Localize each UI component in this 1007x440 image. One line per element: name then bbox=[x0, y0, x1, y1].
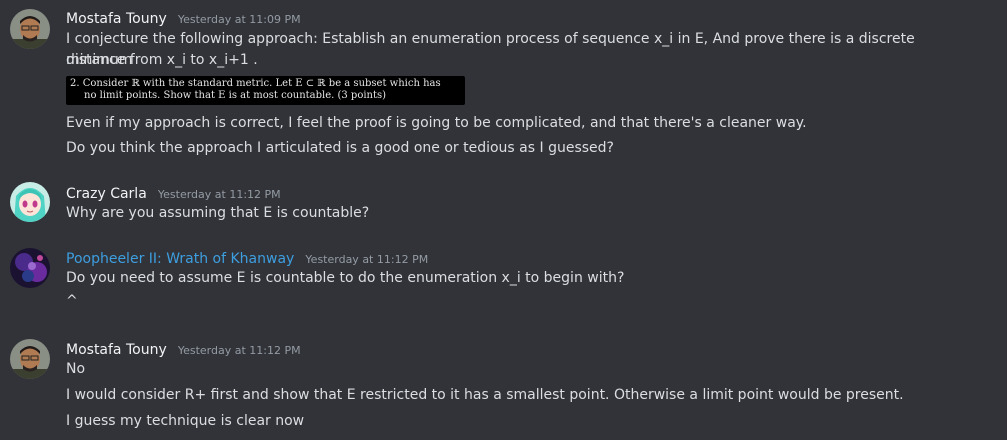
message-header: Poopheeler II: Wrath of Khanway Yesterda… bbox=[66, 248, 428, 267]
message-text: No bbox=[66, 361, 86, 377]
avatar[interactable] bbox=[10, 339, 50, 379]
message-text: I would consider R+ first and show that … bbox=[66, 387, 904, 403]
message-text: distance from x_i to x_i+1 . bbox=[66, 52, 258, 68]
timestamp: Yesterday at 11:12 PM bbox=[177, 344, 301, 357]
message-header: Crazy Carla Yesterday at 11:12 PM bbox=[66, 183, 281, 202]
timestamp: Yesterday at 11:12 PM bbox=[157, 188, 281, 201]
message-text: I guess my technique is clear now bbox=[66, 413, 305, 429]
message-header: Mostafa Touny Yesterday at 11:09 PM bbox=[66, 8, 301, 27]
message-group: Poopheeler II: Wrath of Khanway Yesterda… bbox=[0, 234, 1007, 334]
timestamp: Yesterday at 11:09 PM bbox=[177, 13, 301, 26]
message-text: Why are you assuming that E is countable… bbox=[66, 205, 370, 221]
message-text: ^ bbox=[66, 293, 78, 309]
message-text: Even if my approach is correct, I feel t… bbox=[66, 115, 807, 131]
avatar[interactable] bbox=[10, 9, 50, 49]
message-text: Do you need to assume E is countable to … bbox=[66, 270, 625, 286]
username[interactable]: Poopheeler II: Wrath of Khanway bbox=[66, 251, 294, 267]
username[interactable]: Mostafa Touny bbox=[66, 342, 167, 358]
message-group: Mostafa Touny Yesterday at 11:09 PM I co… bbox=[0, 0, 1007, 170]
attachment-text: 2. Consider ℝ with the standard metric. … bbox=[70, 78, 441, 89]
avatar[interactable] bbox=[10, 182, 50, 222]
message-text: Do you think the approach I articulated … bbox=[66, 140, 614, 156]
image-attachment[interactable]: 2. Consider ℝ with the standard metric. … bbox=[66, 76, 465, 105]
message-group: Crazy Carla Yesterday at 11:12 PM Why ar… bbox=[0, 170, 1007, 234]
avatar[interactable] bbox=[10, 248, 50, 288]
attachment-text: no limit points. Show that E is at most … bbox=[84, 90, 387, 101]
username[interactable]: Mostafa Touny bbox=[66, 11, 167, 27]
message-group: Mostafa Touny Yesterday at 11:12 PM No I… bbox=[0, 334, 1007, 440]
username[interactable]: Crazy Carla bbox=[66, 186, 147, 202]
timestamp: Yesterday at 11:12 PM bbox=[305, 253, 429, 266]
message-header: Mostafa Touny Yesterday at 11:12 PM bbox=[66, 339, 301, 358]
